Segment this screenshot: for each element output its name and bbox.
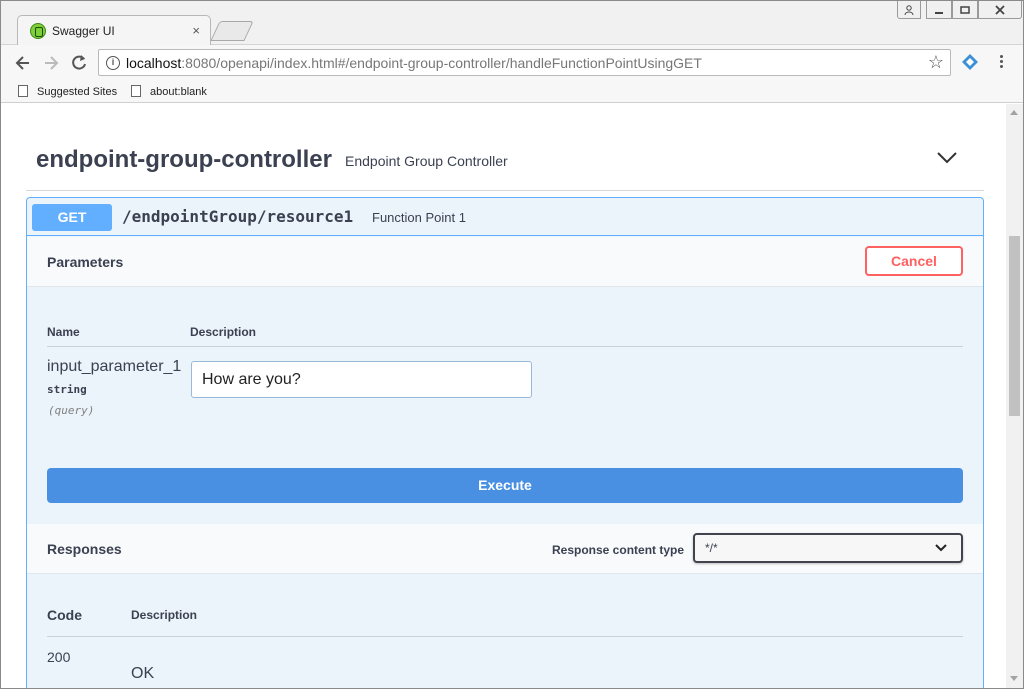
param-location: (query)	[48, 404, 95, 417]
vertical-scrollbar[interactable]	[1006, 104, 1023, 688]
response-content-type-select[interactable]: */*	[693, 533, 963, 563]
info-icon[interactable]: i	[106, 56, 120, 70]
page-icon	[131, 85, 141, 97]
response-content-type-value: */*	[705, 541, 718, 555]
reload-icon	[72, 55, 86, 70]
forward-button[interactable]	[41, 53, 61, 73]
get-operation-block: GET /endpointGroup/resource1 Function Po…	[26, 197, 984, 688]
cancel-button[interactable]: Cancel	[865, 246, 963, 276]
browser-window: Swagger UI × i localhost:8080/openapi/in…	[0, 0, 1024, 689]
page-viewport: endpoint-group-controller Endpoint Group…	[1, 104, 1006, 688]
back-arrow-icon	[15, 56, 29, 70]
extension-icon[interactable]	[961, 53, 979, 71]
section-description: Endpoint Group Controller	[345, 153, 508, 169]
param-value-input[interactable]	[191, 361, 532, 398]
chevron-down-icon	[935, 544, 947, 552]
minimize-icon	[935, 11, 943, 14]
operation-path: /endpointGroup/resource1	[122, 207, 354, 226]
page-icon	[18, 85, 28, 97]
address-bar[interactable]: i localhost:8080/openapi/index.html#/end…	[98, 49, 951, 76]
parameters-title: Parameters	[47, 254, 124, 270]
section-title: endpoint-group-controller	[36, 146, 332, 173]
bookmarks-bar: Suggested Sites about:blank	[1, 81, 1023, 103]
param-description-header: Description	[190, 325, 257, 339]
divider	[47, 636, 963, 637]
bookmark-star-icon[interactable]: ☆	[928, 52, 944, 73]
controller-section-header[interactable]: endpoint-group-controller Endpoint Group…	[26, 121, 984, 191]
swagger-favicon-icon	[30, 23, 46, 39]
new-tab-button[interactable]	[210, 21, 254, 41]
parameters-header: Parameters Cancel	[27, 237, 983, 287]
user-icon	[904, 4, 914, 15]
forward-arrow-icon	[45, 56, 59, 70]
response-code-header: Code	[47, 607, 82, 623]
operation-summary[interactable]: GET /endpointGroup/resource1 Function Po…	[27, 198, 983, 236]
scroll-down-arrow-icon[interactable]	[1010, 676, 1018, 681]
scroll-up-arrow-icon[interactable]	[1010, 110, 1018, 115]
bookmark-suggested-sites[interactable]: Suggested Sites	[18, 85, 117, 98]
response-description: OK	[131, 665, 155, 682]
operation-summary-text: Function Point 1	[372, 210, 466, 225]
param-type: string	[47, 383, 87, 396]
restore-button[interactable]	[952, 1, 978, 19]
execute-button[interactable]: Execute	[47, 468, 963, 503]
title-bar: Swagger UI ×	[1, 1, 1023, 45]
divider	[47, 346, 963, 347]
responses-title: Responses	[47, 541, 122, 557]
minimize-button[interactable]	[926, 1, 952, 19]
chevron-down-icon[interactable]	[936, 151, 958, 165]
scroll-thumb[interactable]	[1009, 236, 1020, 416]
response-content-type-label: Response content type	[552, 543, 685, 557]
profile-button[interactable]	[897, 1, 921, 19]
browser-tab[interactable]: Swagger UI ×	[17, 15, 211, 45]
browser-menu-icon[interactable]	[998, 54, 1004, 72]
close-window-button[interactable]	[978, 1, 1022, 19]
back-button[interactable]	[13, 53, 33, 73]
reload-button[interactable]	[69, 53, 89, 73]
param-name-header: Name	[47, 325, 80, 339]
method-badge: GET	[32, 204, 112, 231]
bookmark-about-blank[interactable]: about:blank	[131, 85, 207, 98]
restore-icon	[960, 5, 970, 14]
responses-header: Responses Response content type */*	[27, 524, 983, 574]
tab-title: Swagger UI	[52, 24, 115, 38]
url-text: localhost:8080/openapi/index.html#/endpo…	[126, 55, 702, 71]
diamond-icon	[962, 54, 978, 70]
response-description-header: Description	[131, 608, 198, 622]
close-icon	[995, 4, 1005, 15]
response-code: 200	[47, 649, 71, 665]
tab-close-icon[interactable]: ×	[192, 23, 200, 38]
param-name: input_parameter_1	[47, 358, 182, 375]
